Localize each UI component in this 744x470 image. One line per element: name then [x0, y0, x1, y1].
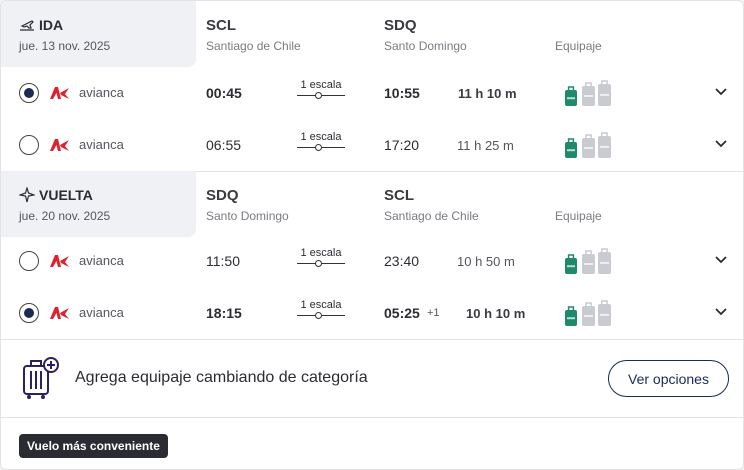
luggage-plus-icon: [23, 357, 59, 399]
outbound-dest-city: Santo Domingo: [384, 39, 467, 53]
return-tag: VUELTA jue. 20 nov. 2025: [1, 171, 196, 237]
carry-on-icon: [582, 134, 595, 158]
stops-indicator: 1 escala: [297, 79, 345, 99]
airline-name: avianca: [79, 305, 124, 320]
flight-select-radio[interactable]: [19, 83, 39, 103]
airline-name: avianca: [79, 85, 124, 100]
stops-label: 1 escala: [300, 299, 342, 311]
checked-bag-icon: [598, 300, 611, 326]
return-dest-city: Santiago de Chile: [384, 209, 479, 223]
arrival-time: 23:40: [384, 253, 420, 269]
next-day-indicator: +1: [427, 307, 440, 319]
view-options-button[interactable]: Ver opciones: [608, 360, 729, 397]
best-flight-badge: Vuelo más conveniente: [19, 434, 168, 458]
outbound-label: IDA: [39, 17, 64, 33]
return-dest-code: SCL: [384, 187, 414, 204]
flight-option-row[interactable]: avianca 00:45 1 escala 10:55 11 h 10 m: [1, 67, 743, 119]
duration: 10 h 10 m: [466, 306, 526, 321]
promo-text: Agrega equipaje cambiando de categoría: [75, 369, 368, 386]
plane-return-icon: [19, 187, 35, 203]
departure-time: 11:50: [206, 253, 240, 269]
departure-time: 18:15: [206, 305, 242, 321]
checked-bag-icon: [598, 80, 611, 106]
personal-item-icon: [565, 254, 577, 274]
luggage-icons: [565, 300, 611, 326]
stops-indicator: 1 escala: [297, 299, 345, 319]
chevron-down-icon[interactable]: [714, 255, 728, 265]
flight-option-row[interactable]: avianca 18:15 1 escala 05:25 +1 10 h 10 …: [1, 287, 743, 339]
carry-on-icon: [582, 250, 595, 274]
stops-indicator: 1 escala: [297, 131, 345, 151]
chevron-down-icon[interactable]: [714, 87, 728, 97]
avianca-logo-icon: [50, 307, 69, 319]
outbound-date: jue. 13 nov. 2025: [19, 39, 111, 53]
chevron-down-icon[interactable]: [714, 139, 728, 149]
stops-label: 1 escala: [300, 79, 342, 91]
flight-summary-card: IDA jue. 13 nov. 2025 SCL Santiago de Ch…: [0, 0, 744, 470]
luggage-icons: [565, 132, 611, 158]
duration: 10 h 50 m: [457, 254, 515, 269]
duration: 11 h 10 m: [458, 86, 517, 101]
departure-time: 00:45: [206, 85, 242, 101]
airline-name: avianca: [79, 253, 124, 268]
stops-line: [297, 260, 345, 267]
outbound-origin-code: SCL: [206, 17, 236, 34]
return-luggage-label: Equipaje: [555, 209, 602, 223]
arrival-time: 05:25: [384, 305, 420, 321]
stops-indicator: 1 escala: [297, 247, 345, 267]
return-date: jue. 20 nov. 2025: [19, 209, 111, 223]
stops-line: [297, 144, 345, 151]
flight-option-row[interactable]: avianca 11:50 1 escala 23:40 10 h 50 m: [1, 235, 743, 287]
plane-takeoff-icon: [20, 20, 34, 31]
airline-name: avianca: [79, 137, 124, 152]
luggage-upgrade-promo: Agrega equipaje cambiando de categoría V…: [1, 340, 743, 418]
flight-option-row[interactable]: avianca 06:55 1 escala 17:20 11 h 25 m: [1, 119, 743, 171]
checked-bag-icon: [598, 132, 611, 158]
divider: [1, 417, 743, 418]
flight-select-radio[interactable]: [19, 251, 39, 271]
arrival-time: 17:20: [384, 137, 420, 153]
flight-select-radio[interactable]: [19, 135, 39, 155]
stops-line: [297, 92, 345, 99]
outbound-tag: IDA jue. 13 nov. 2025: [1, 1, 196, 67]
duration: 11 h 25 m: [457, 138, 514, 153]
checked-bag-icon: [598, 248, 611, 274]
avianca-logo-icon: [50, 87, 69, 99]
outbound-origin-city: Santiago de Chile: [206, 39, 301, 53]
arrival-time: 10:55: [384, 85, 420, 101]
stops-label: 1 escala: [300, 131, 342, 143]
stops-label: 1 escala: [300, 247, 342, 259]
personal-item-icon: [565, 138, 577, 158]
departure-time: 06:55: [206, 137, 242, 153]
avianca-logo-icon: [50, 139, 69, 151]
outbound-header: IDA jue. 13 nov. 2025 SCL Santiago de Ch…: [1, 1, 743, 67]
personal-item-icon: [565, 86, 577, 106]
personal-item-icon: [565, 306, 577, 326]
avianca-logo-icon: [50, 255, 69, 267]
carry-on-icon: [582, 302, 595, 326]
outbound-dest-code: SDQ: [384, 17, 417, 34]
return-header: VUELTA jue. 20 nov. 2025 SDQ Santo Domin…: [1, 171, 743, 237]
stops-line: [297, 312, 345, 319]
flight-select-radio[interactable]: [19, 303, 39, 323]
chevron-down-icon[interactable]: [714, 307, 728, 317]
outbound-luggage-label: Equipaje: [555, 39, 602, 53]
luggage-icons: [565, 248, 611, 274]
return-origin-city: Santo Domingo: [206, 209, 289, 223]
luggage-icons: [565, 80, 611, 106]
return-label: VUELTA: [39, 187, 93, 203]
return-origin-code: SDQ: [206, 187, 239, 204]
carry-on-icon: [582, 82, 595, 106]
